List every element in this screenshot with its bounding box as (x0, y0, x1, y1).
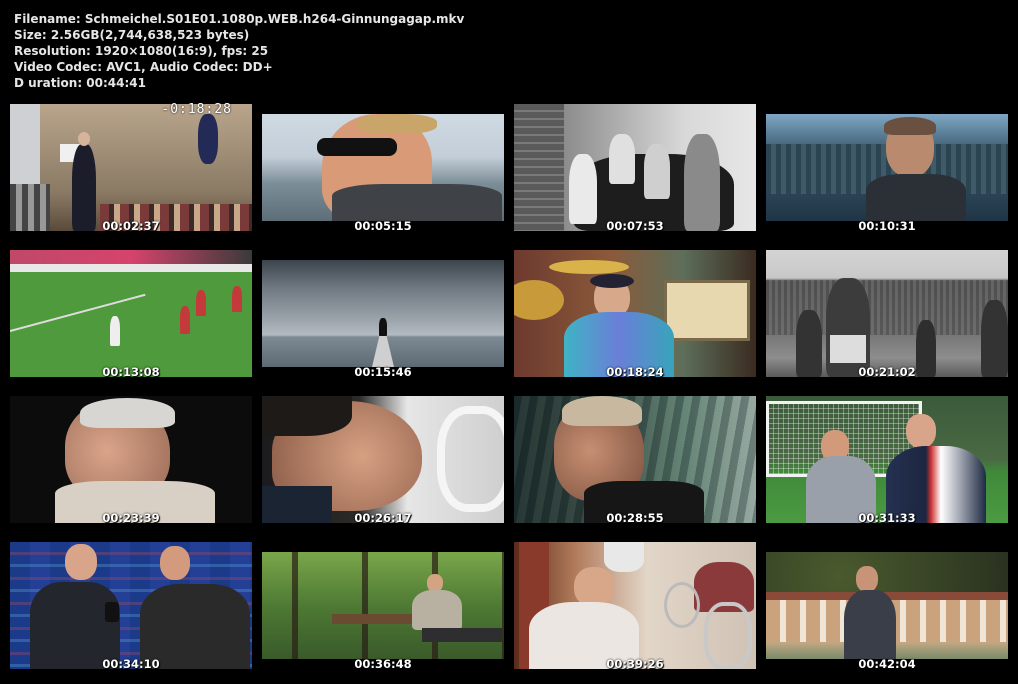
thumbnail-image (766, 114, 1008, 221)
thumbnail-1[interactable]: -0:18:28 00:02:37 (10, 102, 252, 233)
thumbnail-13[interactable]: 00:34:10 (10, 542, 252, 671)
thumbnail-image (514, 104, 756, 231)
timecode-overlay: -0:18:28 (161, 102, 232, 117)
thumbnail-image (514, 250, 756, 377)
thumbnail-image (766, 552, 1008, 659)
thumbnail-4[interactable]: 00:10:31 (766, 104, 1008, 233)
file-info-header: Filename: Schmeichel.S01E01.1080p.WEB.h2… (14, 11, 464, 91)
thumbnail-image (10, 250, 252, 377)
timestamp: 00:23:39 (102, 511, 160, 525)
thumbnail-11[interactable]: 00:28:55 (514, 396, 756, 525)
thumbnail-14[interactable]: 00:36:48 (262, 542, 504, 671)
thumbnail-image (262, 396, 504, 523)
thumbnail-5[interactable]: 00:13:08 (10, 250, 252, 379)
timestamp: 00:15:46 (354, 365, 412, 379)
thumbnail-10[interactable]: 00:26:17 (262, 396, 504, 525)
timestamp: 00:39:26 (606, 657, 664, 671)
timestamp: 00:42:04 (858, 657, 916, 671)
thumbnail-image (10, 542, 252, 669)
timestamp: 00:21:02 (858, 365, 916, 379)
resolution-text: Resolution: 1920×1080(16:9), fps: 25 (14, 44, 269, 58)
thumbnail-image (514, 542, 756, 669)
thumbnail-image (262, 552, 504, 659)
timestamp: 00:07:53 (606, 219, 664, 233)
thumbnail-12[interactable]: 00:31:33 (766, 396, 1008, 525)
thumbnail-8[interactable]: 00:21:02 (766, 250, 1008, 379)
timestamp: 00:10:31 (858, 219, 916, 233)
timestamp: 00:34:10 (102, 657, 160, 671)
timestamp: 00:28:55 (606, 511, 664, 525)
duration-text: D uration: 00:44:41 (14, 76, 147, 90)
timestamp: 00:36:48 (354, 657, 412, 671)
thumbnail-image (514, 396, 756, 523)
thumbnail-7[interactable]: 00:18:24 (514, 250, 756, 379)
thumbnail-image (766, 396, 1008, 523)
thumbnail-grid: -0:18:28 00:02:37 00:05:15 00:07:53 00:1… (10, 102, 1008, 671)
thumbnail-image (262, 260, 504, 367)
thumbnail-16[interactable]: 00:42:04 (766, 542, 1008, 671)
thumbnail-image (262, 114, 504, 221)
size-text: Size: 2.56GB(2,744,638,523 bytes) (14, 28, 250, 42)
timestamp: 00:05:15 (354, 219, 412, 233)
thumbnail-9[interactable]: 00:23:39 (10, 396, 252, 525)
timestamp: 00:18:24 (606, 365, 664, 379)
codec-text: Video Codec: AVC1, Audio Codec: DD+ (14, 60, 273, 74)
filename-text: Filename: Schmeichel.S01E01.1080p.WEB.h2… (14, 12, 465, 26)
timestamp: 00:02:37 (102, 219, 160, 233)
timestamp: 00:26:17 (354, 511, 412, 525)
thumbnail-image (10, 396, 252, 523)
thumbnail-3[interactable]: 00:07:53 (514, 104, 756, 233)
thumbnail-15[interactable]: 00:39:26 (514, 542, 756, 671)
thumbnail-2[interactable]: 00:05:15 (262, 104, 504, 233)
thumbnail-6[interactable]: 00:15:46 (262, 250, 504, 379)
thumbnail-image (10, 104, 252, 231)
thumbnail-image (766, 250, 1008, 377)
timestamp: 00:13:08 (102, 365, 160, 379)
timestamp: 00:31:33 (858, 511, 916, 525)
